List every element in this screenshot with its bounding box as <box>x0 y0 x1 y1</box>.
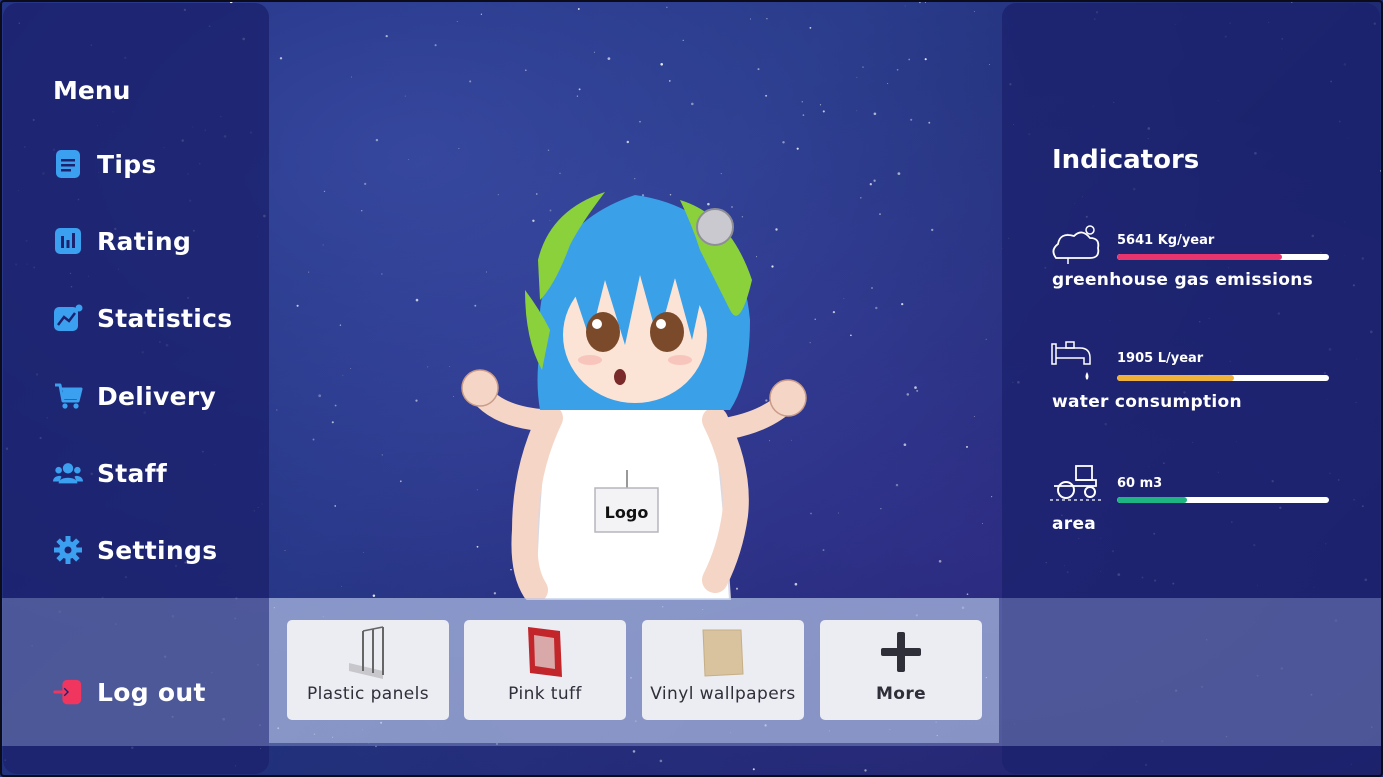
document-icon <box>53 149 83 179</box>
menu-item-label: Staff <box>97 458 168 488</box>
users-icon <box>53 458 83 488</box>
menu-item-staff[interactable]: Staff <box>53 458 167 488</box>
logout-label: Log out <box>97 677 206 707</box>
tool-more[interactable]: More <box>820 620 982 720</box>
wallpaper-icon <box>699 620 747 684</box>
indicator-name: water consumption <box>1052 392 1242 412</box>
logo-badge-label: Logo <box>604 503 649 522</box>
tool-plastic-panels[interactable]: Plastic panels <box>287 620 449 720</box>
tool-label: Vinyl wallpapers <box>650 684 796 704</box>
frame-icon <box>522 620 568 684</box>
tool-label: Pink tuff <box>508 684 582 704</box>
menu-item-label: Tips <box>97 149 157 179</box>
gear-icon <box>53 535 83 565</box>
tool-label: Plastic panels <box>306 684 429 704</box>
menu-item-statistics[interactable]: Statistics <box>53 303 232 333</box>
indicator-name: area <box>1052 514 1097 534</box>
indicator-bar <box>1117 254 1329 260</box>
menu-item-label: Delivery <box>97 381 217 411</box>
indicator-value: 60 m3 <box>1117 476 1163 491</box>
menu-item-label: Rating <box>97 226 192 256</box>
indicator-value: 5641 Kg/year <box>1117 233 1215 248</box>
faucet-icon <box>1051 341 1091 380</box>
menu-item-delivery[interactable]: Delivery <box>53 381 216 411</box>
indicator-bar <box>1117 497 1329 503</box>
bar-chart-icon <box>53 226 83 256</box>
menu-item-settings[interactable]: Settings <box>53 535 217 565</box>
indicator-value: 1905 L/year <box>1117 351 1204 366</box>
cart-icon <box>53 381 83 411</box>
earth-character-illustration <box>461 192 807 600</box>
tractor-icon <box>1050 465 1104 501</box>
menu-item-label: Settings <box>97 535 218 565</box>
trend-chart-icon <box>53 303 83 333</box>
panel-icon <box>343 620 393 684</box>
tool-label: More <box>875 684 927 704</box>
menu-item-rating[interactable]: Rating <box>53 226 191 256</box>
logout-button[interactable]: Log out <box>53 677 206 707</box>
menu-item-tips[interactable]: Tips <box>53 149 157 179</box>
menu-item-label: Statistics <box>97 303 233 333</box>
plus-icon <box>879 620 923 684</box>
tool-pink-tuff[interactable]: Pink tuff <box>464 620 626 720</box>
indicators-title: Indicators <box>1052 145 1200 175</box>
logout-icon <box>53 677 83 707</box>
materials-toolbar: Plastic panels Pink tuff Vinyl wallpaper… <box>269 598 999 743</box>
indicator-name: greenhouse gas emissions <box>1052 270 1314 290</box>
cloud-sun-icon <box>1052 225 1100 264</box>
indicator-bar <box>1117 375 1329 381</box>
tool-vinyl-wallpapers[interactable]: Vinyl wallpapers <box>642 620 804 720</box>
menu-title: Menu <box>53 76 131 105</box>
